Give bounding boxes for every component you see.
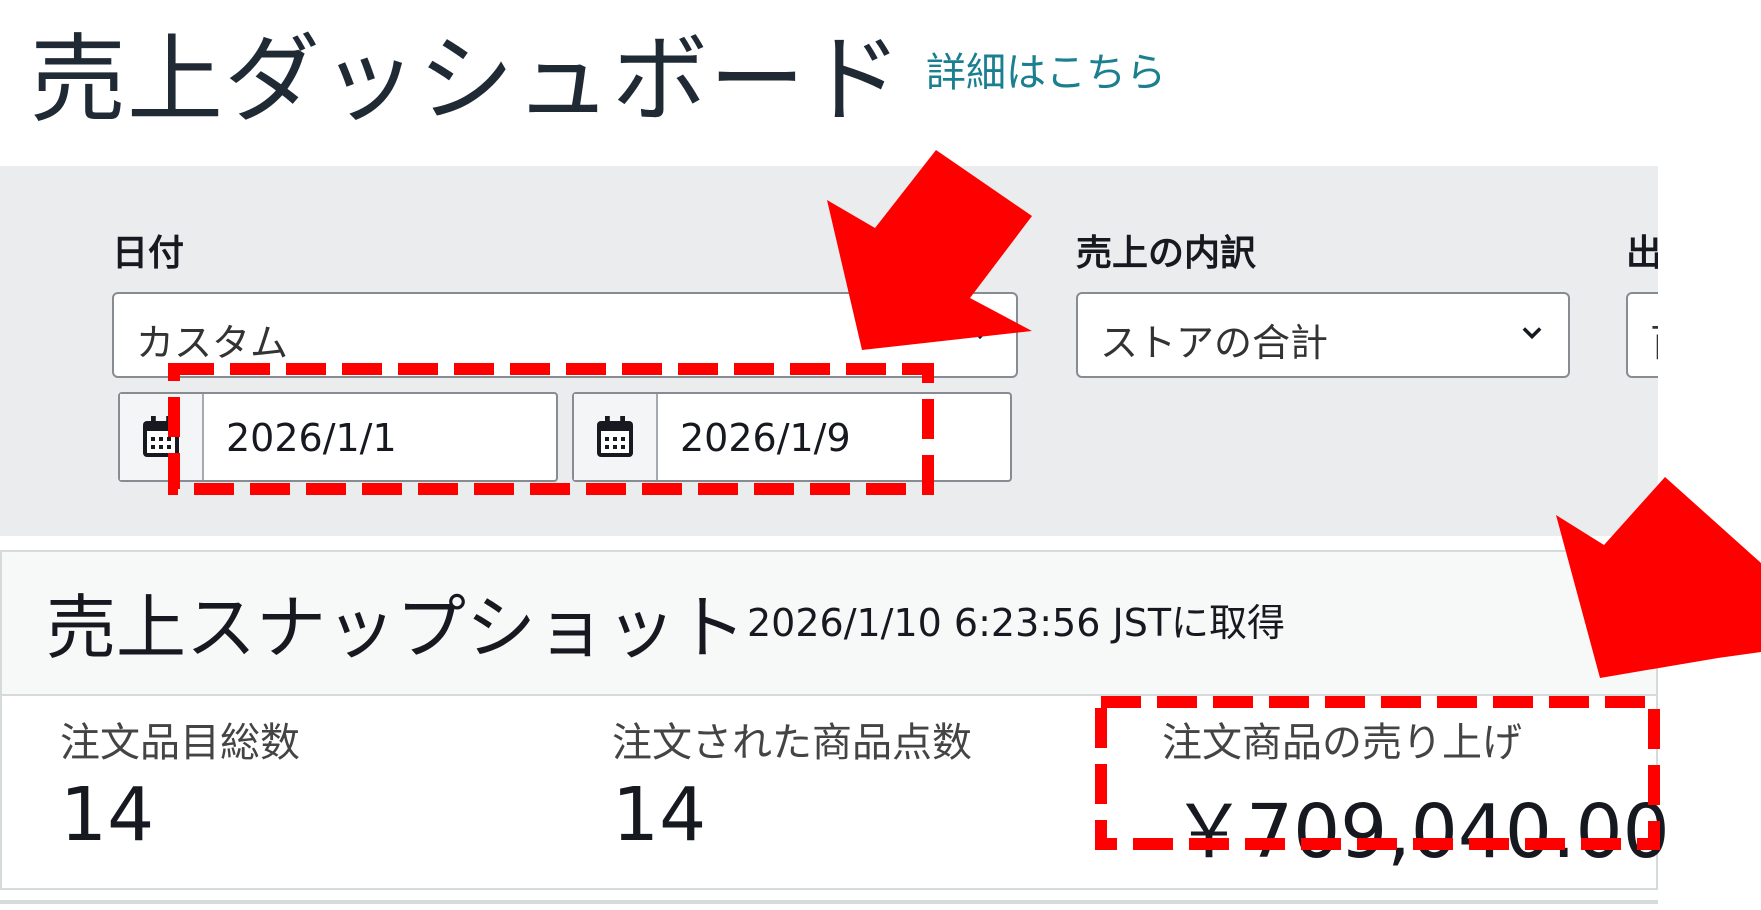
bottom-divider xyxy=(0,900,1658,904)
end-date-input[interactable]: 2026/1/9 xyxy=(572,392,1012,482)
breakdown-select[interactable]: ストアの合計 xyxy=(1076,292,1570,378)
shipping-select[interactable]: 百 xyxy=(1626,292,1658,378)
filter-panel: 日付 カスタム 2026/1/1 2026/1/9 売上の内訳 ストアの合計 出 xyxy=(0,166,1658,536)
date-range-select[interactable]: カスタム xyxy=(112,292,1018,378)
date-filter-label: 日付 xyxy=(112,233,185,274)
page-title: 売上ダッシュボード xyxy=(30,24,903,136)
date-range-value: カスタム xyxy=(136,321,289,365)
shipping-filter-label: 出 xyxy=(1626,233,1658,274)
sales-snapshot: 売上スナップショット 2026/1/10 6:23:56 JSTに取得 注文品目… xyxy=(0,550,1670,890)
metric-label-ordered-sales: 注文商品の売り上げ xyxy=(1162,720,1522,766)
metric-label-units-ordered: 注文された商品点数 xyxy=(612,720,972,766)
detail-link[interactable]: 詳細はこちら xyxy=(926,40,1166,98)
snapshot-title: 売上スナップショット xyxy=(46,587,746,669)
metric-value-units-ordered: 14 xyxy=(612,772,707,858)
breakdown-filter-label: 売上の内訳 xyxy=(1076,233,1257,274)
snapshot-timestamp: 2026/1/10 6:23:56 JSTに取得 xyxy=(747,601,1286,645)
metric-label-order-items: 注文品目総数 xyxy=(60,720,300,766)
start-calendar-button[interactable] xyxy=(120,394,204,480)
calendar-icon xyxy=(143,416,179,457)
snapshot-header: 売上スナップショット 2026/1/10 6:23:56 JSTに取得 xyxy=(2,552,1656,696)
metric-value-order-items: 14 xyxy=(60,772,155,858)
calendar-icon xyxy=(597,416,633,457)
start-date-value: 2026/1/1 xyxy=(226,416,397,460)
breakdown-value: ストアの合計 xyxy=(1100,321,1329,365)
chevron-down-icon xyxy=(970,327,990,340)
shipping-value: 百 xyxy=(1650,312,1658,367)
metric-value-ordered-sales: ￥709,040.00 xyxy=(1172,789,1670,875)
chevron-down-icon xyxy=(1522,327,1542,340)
end-date-value: 2026/1/9 xyxy=(680,416,851,460)
start-date-input[interactable]: 2026/1/1 xyxy=(118,392,558,482)
end-calendar-button[interactable] xyxy=(574,394,658,480)
